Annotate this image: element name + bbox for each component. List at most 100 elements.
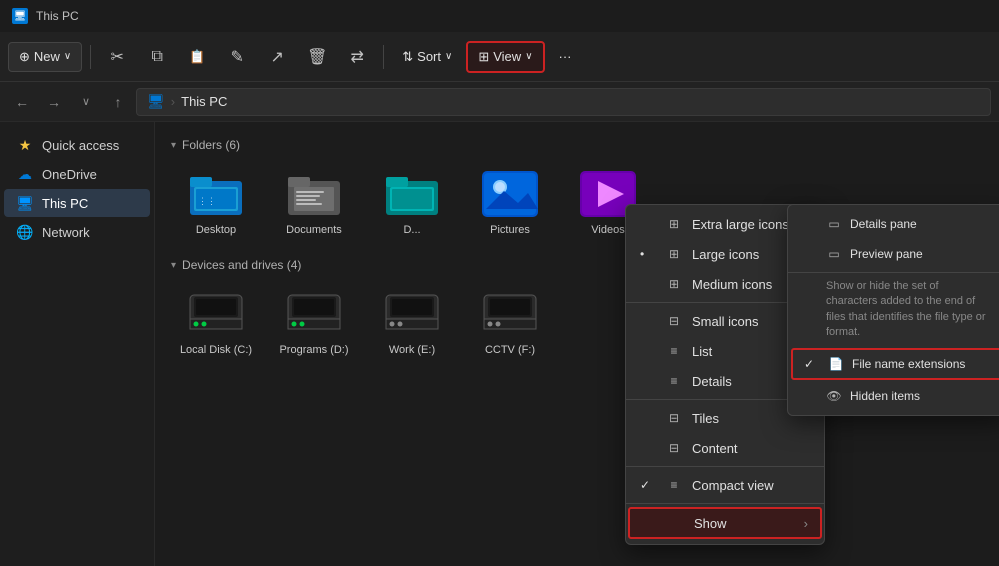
content-area: ▾ Folders (6) ⋮⋮ Desktop (155, 122, 999, 566)
list-item[interactable]: Work (E:) (367, 282, 457, 362)
drives-header-label: Devices and drives (4) (182, 258, 301, 272)
move-button[interactable]: ⇄ (339, 39, 375, 75)
submenu-sep-1 (788, 272, 999, 273)
large-check: • (640, 247, 656, 261)
desktop-folder-icon: ⋮⋮ (184, 168, 248, 220)
videos-folder-label: Videos (591, 224, 624, 236)
large-label: Large icons (692, 247, 759, 262)
pictures-folder-label: Pictures (490, 224, 530, 236)
list-item[interactable]: ⋮⋮ Desktop (171, 162, 261, 242)
tiles-label: Tiles (692, 411, 719, 426)
more-icon: ··· (559, 49, 572, 64)
list-item[interactable]: Documents (269, 162, 359, 242)
details-pane-label: Details pane (850, 217, 917, 231)
content-icon: ⊟ (666, 440, 682, 456)
work-e-label: Work (E:) (389, 344, 435, 356)
up-button[interactable]: ↑ (104, 88, 132, 116)
sidebar-item-quick-access[interactable]: ★ Quick access (4, 131, 150, 159)
submenu-preview-pane[interactable]: ▭ Preview pane (788, 239, 999, 269)
address-bar[interactable]: 🖥 › This PC (136, 88, 991, 116)
app-icon: 🖥 (12, 8, 28, 24)
drives-arrow-icon: ▾ (171, 260, 176, 271)
sort-label: Sort (417, 49, 441, 64)
d-folder-label: D... (403, 224, 420, 236)
small-label: Small icons (692, 314, 758, 329)
local-disk-c-label: Local Disk (C:) (180, 344, 252, 356)
title-bar-text: This PC (36, 9, 79, 23)
more-button[interactable]: ··· (549, 43, 582, 70)
nav-bar: ← → ∨ ↑ 🖥 › This PC (0, 82, 999, 122)
local-disk-c-icon (184, 288, 248, 340)
show-icon (668, 515, 684, 531)
list-item[interactable]: Pictures (465, 162, 555, 242)
submenu-file-name-extensions[interactable]: ✓ 📄 File name extensions (791, 348, 999, 380)
list-icon: ≡ (666, 343, 682, 359)
small-icon: ⊟ (666, 313, 682, 329)
details-label: Details (692, 374, 732, 389)
new-chevron-icon: ∨ (64, 51, 71, 62)
sidebar-quick-access-label: Quick access (42, 138, 119, 153)
forward-button[interactable]: → (40, 88, 68, 116)
view-chevron-icon: ∨ (525, 51, 532, 62)
toolbar-separator-2 (383, 45, 384, 69)
file-ext-check: ✓ (804, 357, 820, 371)
new-button[interactable]: ⊕ New ∨ (8, 42, 82, 72)
d-folder-icon (380, 168, 444, 220)
sidebar-item-onedrive[interactable]: ☁ OneDrive (4, 160, 150, 188)
file-ext-icon: 📄 (828, 356, 844, 372)
rename-button[interactable]: ✎ (219, 39, 255, 75)
show-label: Show (694, 516, 727, 531)
details-pane-icon: ▭ (826, 216, 842, 232)
network-icon: 🌐 (16, 223, 34, 241)
list-item[interactable]: CCTV (F:) (465, 282, 555, 362)
tiles-icon: ⊟ (666, 410, 682, 426)
cut-button[interactable]: ✂ (99, 39, 135, 75)
new-plus-icon: ⊕ (19, 49, 30, 65)
toolbar: ⊕ New ∨ ✂ ⧉ 📋 ✎ ↗ 🗑 ⇄ ⇅ Sort ∨ ⊞ View ∨ … (0, 32, 999, 82)
desktop-folder-label: Desktop (196, 224, 236, 236)
pictures-folder-icon (478, 168, 542, 220)
dropdown-sep-3 (626, 466, 824, 467)
content-label: Content (692, 441, 738, 456)
dropdown-sep-4 (626, 503, 824, 504)
extra-large-label: Extra large icons (692, 217, 789, 232)
sidebar-item-this-pc[interactable]: 🖥 This PC (4, 189, 150, 217)
sidebar-onedrive-label: OneDrive (42, 167, 97, 182)
view-button[interactable]: ⊞ View ∨ (466, 41, 544, 73)
paste-button[interactable]: 📋 (179, 39, 215, 75)
dropdown-content[interactable]: ⊟ Content (626, 433, 824, 463)
cctv-f-label: CCTV (F:) (485, 344, 535, 356)
copy-button[interactable]: ⧉ (139, 39, 175, 75)
view-icon: ⊞ (478, 49, 489, 65)
programs-d-label: Programs (D:) (279, 344, 348, 356)
cctv-f-icon (478, 288, 542, 340)
compact-label: Compact view (692, 478, 774, 493)
share-button[interactable]: ↗ (259, 39, 295, 75)
sidebar-this-pc-label: This PC (42, 196, 88, 211)
submenu-hidden-items[interactable]: 👁 Hidden items (788, 381, 999, 411)
address-text: This PC (181, 94, 227, 109)
new-label: New (34, 49, 60, 64)
sort-icon: ⇅ (402, 49, 413, 65)
hidden-items-icon: 👁 (826, 388, 842, 404)
show-arrow-icon: › (804, 516, 808, 531)
work-e-icon (380, 288, 444, 340)
preview-pane-icon: ▭ (826, 246, 842, 262)
recent-button[interactable]: ∨ (72, 88, 100, 116)
dropdown-show[interactable]: Show › (628, 507, 822, 539)
sort-button[interactable]: ⇅ Sort ∨ (392, 43, 462, 71)
dropdown-compact-view[interactable]: ✓ ≡ Compact view (626, 470, 824, 500)
list-item[interactable]: D... (367, 162, 457, 242)
medium-label: Medium icons (692, 277, 772, 292)
preview-pane-label: Preview pane (850, 247, 923, 261)
sidebar-item-network[interactable]: 🌐 Network (4, 218, 150, 246)
compact-icon: ≡ (666, 477, 682, 493)
svg-text:⋮⋮: ⋮⋮ (198, 196, 216, 206)
medium-icon: ⊞ (666, 276, 682, 292)
list-item[interactable]: Programs (D:) (269, 282, 359, 362)
list-item[interactable]: Local Disk (C:) (171, 282, 261, 362)
submenu-details-pane[interactable]: ▭ Details pane (788, 209, 999, 239)
delete-button[interactable]: 🗑 (299, 39, 335, 75)
back-button[interactable]: ← (8, 88, 36, 116)
pc-icon: 🖥 (16, 194, 34, 212)
